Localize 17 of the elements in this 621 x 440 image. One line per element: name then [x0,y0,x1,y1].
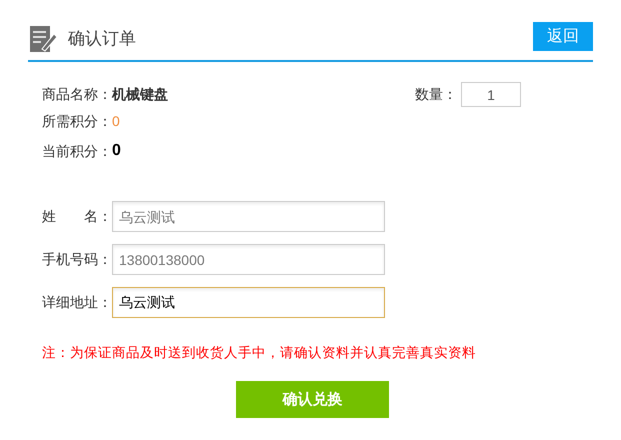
quantity-label: 数量： [415,85,457,104]
field-label: 手机号码： [42,250,112,269]
input-field[interactable]: 13800138000 [112,244,385,275]
input-field[interactable]: 乌云测试 [112,287,385,318]
field-label: 商品名称： [42,84,112,104]
field-label: 所需积分： [42,112,112,130]
quantity-field[interactable]: 1 [461,82,521,107]
edit-icon [28,24,58,54]
current-points: 0 [112,141,121,161]
notice-text: 注：为保证商品及时送到收货人手中，请确认资料并认真完善真实资料 [42,345,476,360]
field-label: 姓 名： [42,207,112,226]
field-label: 详细地址： [42,293,112,312]
product-name: 机械键盘 [112,84,168,104]
required-points: 0 [112,112,120,130]
input-field[interactable]: 乌云测试 [112,201,385,232]
dialog-title: 确认订单 [68,28,136,50]
field-label: 当前积分： [42,142,112,160]
